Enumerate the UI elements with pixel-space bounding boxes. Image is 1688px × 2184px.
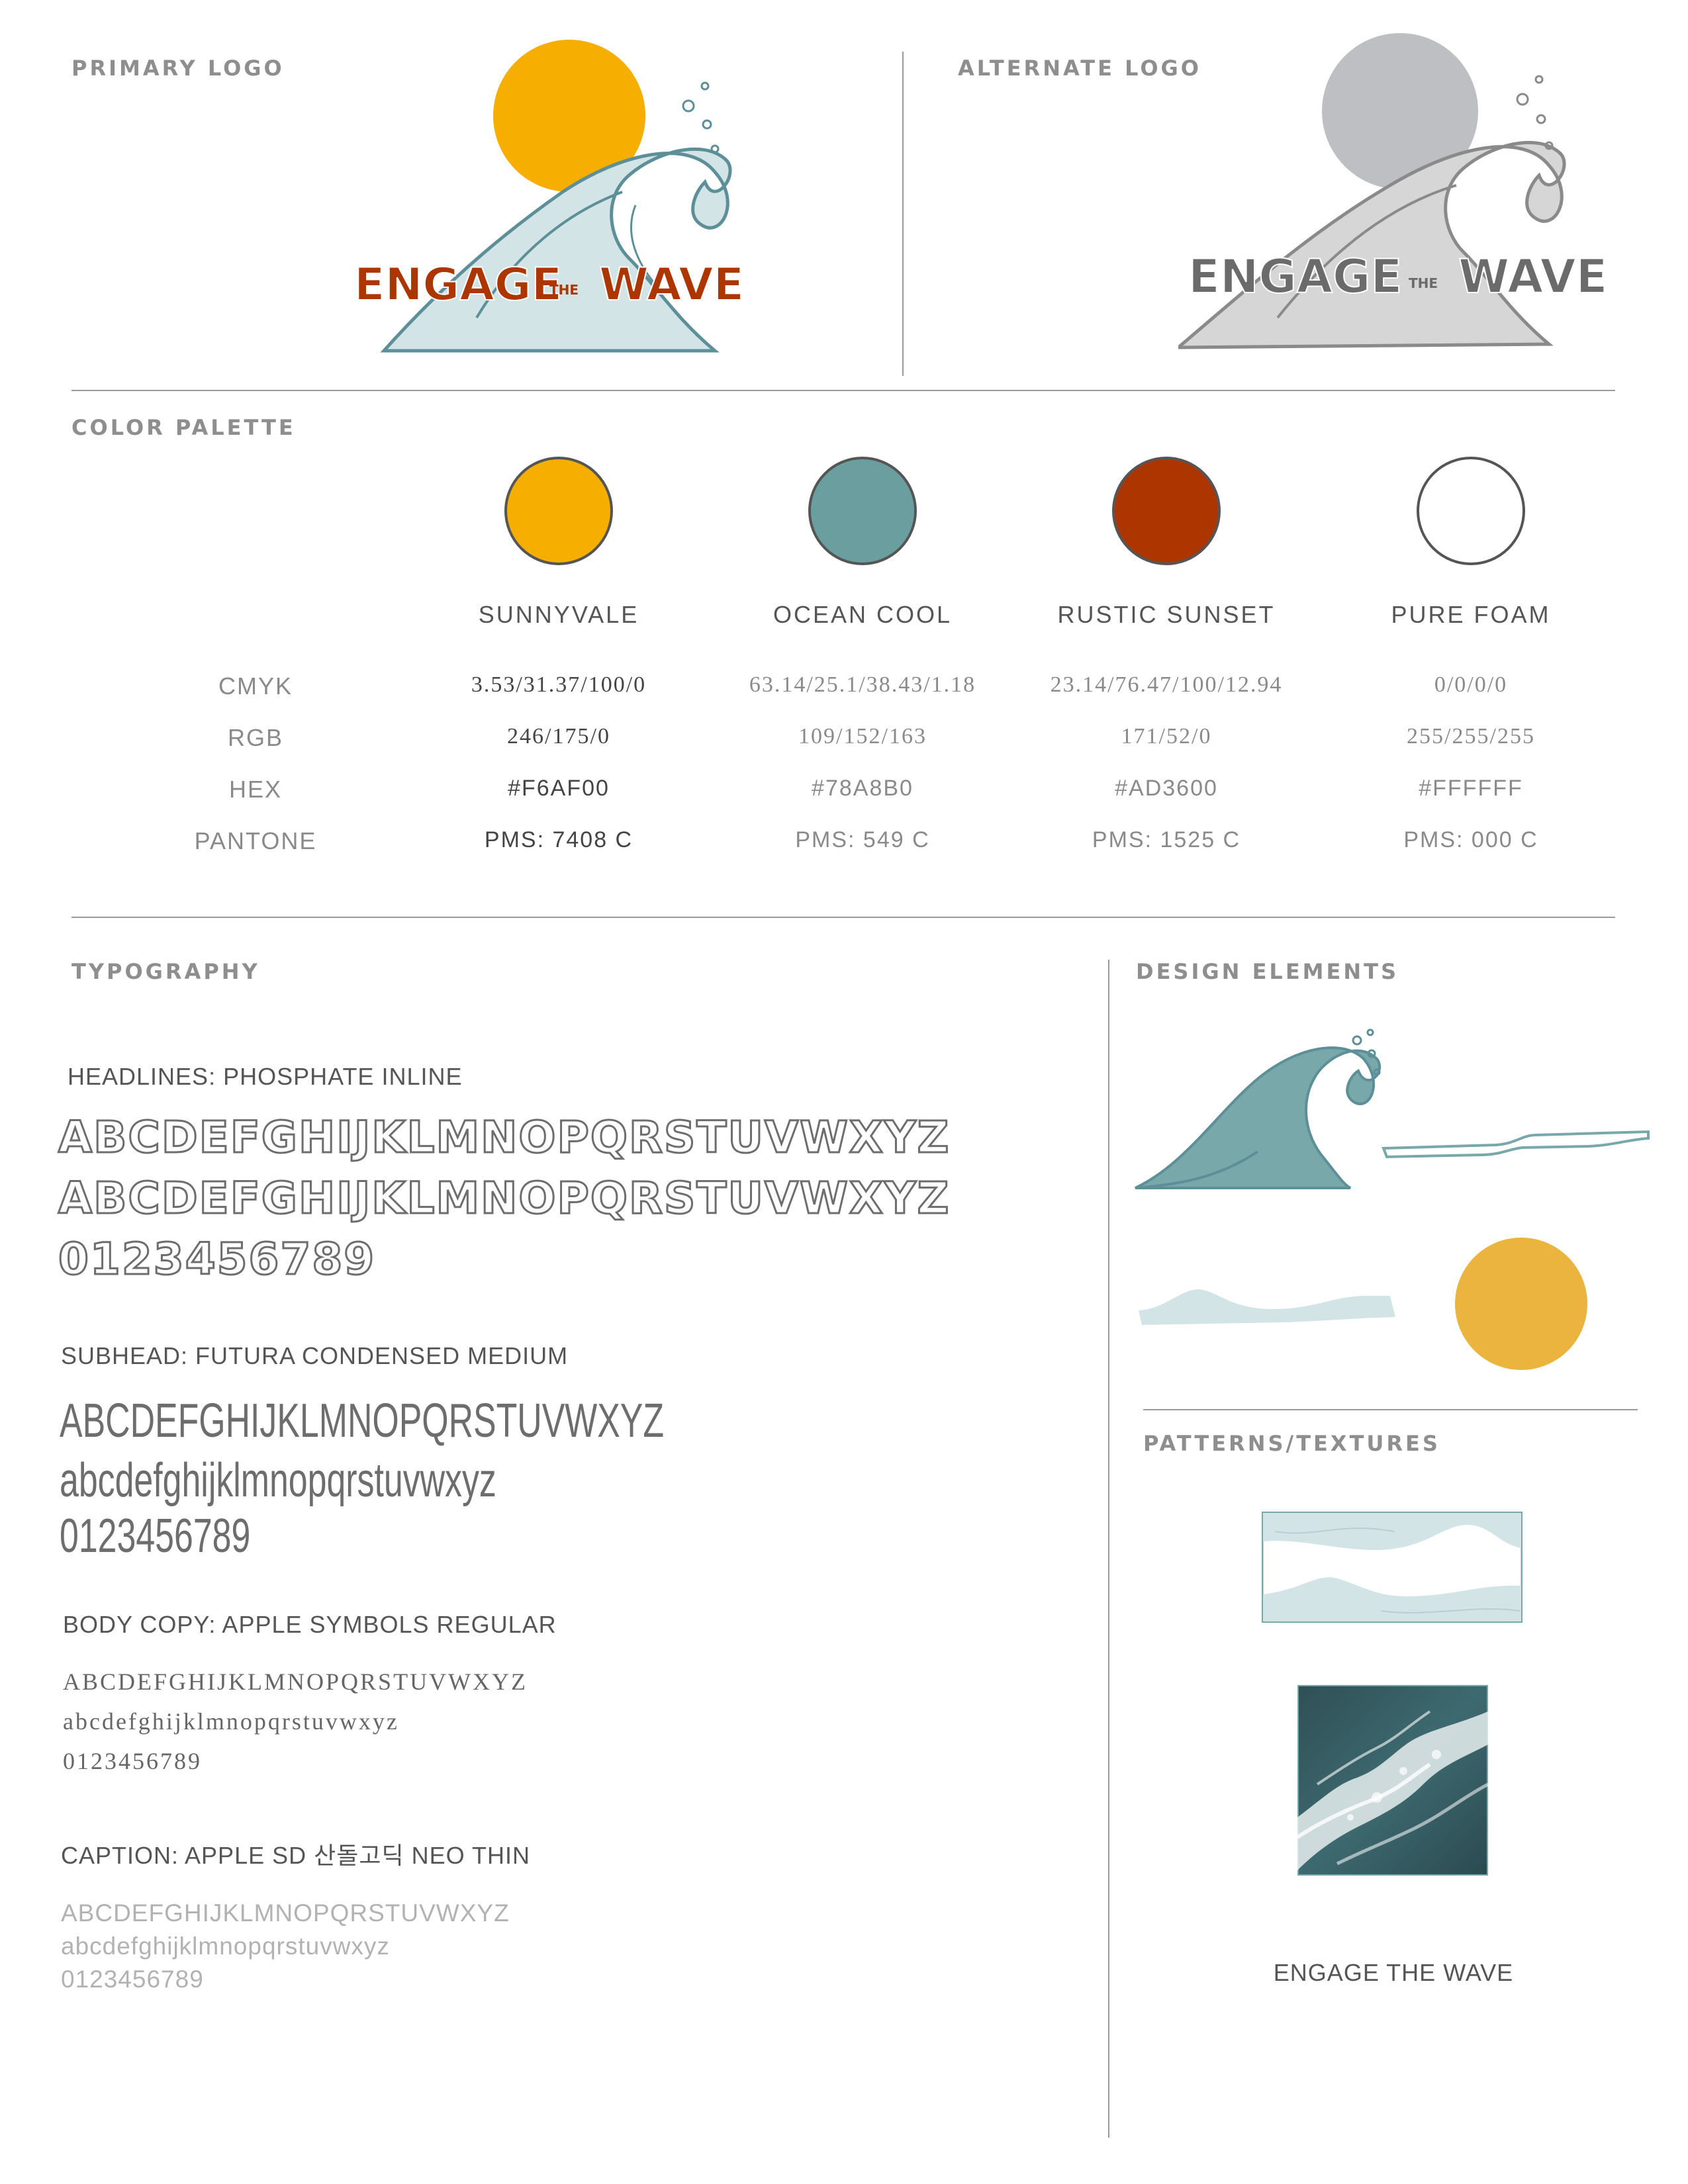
pattern-waves-art — [1261, 1511, 1523, 1623]
subhead-sample-lowercase: abcdefghijklmnopqrstuvwxyz — [60, 1454, 496, 1507]
patterns-caption: ENGAGE THE WAVE — [1273, 1959, 1514, 1986]
logo-divider — [902, 52, 904, 376]
rule-after-logos — [71, 390, 1615, 391]
spec-pantone-sunnyvale: PMS: 7408 C — [484, 827, 633, 852]
spec-pantone-pure-foam: PMS: 000 C — [1403, 827, 1538, 852]
color-palette-label: COLOR PALETTE — [71, 415, 296, 440]
alternate-logo-art: ENGAGE THE WAVE — [1174, 33, 1608, 349]
design-element-stripe-filled — [1139, 1289, 1395, 1325]
rule-before-patterns — [1143, 1409, 1638, 1410]
spec-hex-rustic-sunset: #AD3600 — [1115, 776, 1218, 801]
caption-sample-digits: 0123456789 — [61, 1966, 204, 1993]
spec-rgb-ocean-cool: 109/152/163 — [798, 724, 927, 749]
headlines-sample-digits: 0123456789 — [57, 1233, 376, 1286]
spec-pantone-ocean-cool: PMS: 549 C — [795, 827, 930, 852]
spec-cmyk-pure-foam: 0/0/0/0 — [1434, 672, 1508, 697]
spec-label-cmyk: CMYK — [218, 672, 293, 700]
spec-hex-sunnyvale: #F6AF00 — [508, 776, 610, 801]
caption-sample-uppercase: ABCDEFGHIJKLMNOPQRSTUVWXYZ — [61, 1899, 510, 1927]
alternate-logo-word-the: THE — [1409, 275, 1438, 291]
rule-after-palette — [71, 917, 1615, 918]
spec-cmyk-ocean-cool: 63.14/25.1/38.43/1.18 — [749, 672, 976, 697]
spec-cmyk-rustic-sunset: 23.14/76.47/100/12.94 — [1050, 672, 1283, 697]
alternate-logo-word-engage: ENGAGE — [1188, 250, 1402, 304]
subhead-sample-uppercase: ABCDEFGHIJKLMNOPQRSTUVWXYZ — [60, 1394, 665, 1447]
body-sample-lowercase: abcdefghijklmnopqrstuvwxyz — [63, 1708, 399, 1735]
design-element-wave — [1135, 1028, 1382, 1189]
headlines-sample-uppercase-alt: ABCDEFGHIJKLMNOPQRSTUVWXYZ — [57, 1172, 951, 1225]
swatch-name-pure-foam: PURE FOAM — [1391, 601, 1551, 628]
design-element-stripe-outline — [1382, 1130, 1650, 1159]
alternate-logo: ENGAGE THE WAVE — [1174, 33, 1628, 364]
texture-ocean-foam-photo — [1296, 1684, 1489, 1877]
primary-logo-label: PRIMARY LOGO — [71, 56, 285, 81]
pattern-swatch-waves — [1261, 1511, 1523, 1623]
design-elements-label: DESIGN ELEMENTS — [1136, 959, 1399, 984]
spec-hex-ocean-cool: #78A8B0 — [812, 776, 914, 801]
caption-font-title: CAPTION: APPLE SD 산돌고딕 NEO THIN — [61, 1842, 530, 1869]
spec-cmyk-sunnyvale: 3.53/31.37/100/0 — [471, 672, 647, 697]
subhead-font-title: SUBHEAD: FUTURA CONDENSED MEDIUM — [61, 1342, 569, 1369]
spec-label-pantone: PANTONE — [194, 827, 317, 854]
headlines-sample-uppercase: ABCDEFGHIJKLMNOPQRSTUVWXYZ — [57, 1111, 951, 1164]
spec-hex-pure-foam: #FFFFFF — [1419, 776, 1523, 801]
spec-rgb-pure-foam: 255/255/255 — [1407, 724, 1535, 749]
swatch-circle-pure-foam — [1417, 457, 1525, 565]
swatch-name-rustic-sunset: RUSTIC SUNSET — [1057, 601, 1276, 628]
swatch-circle-rustic-sunset — [1112, 457, 1221, 565]
typography-divider — [1108, 960, 1109, 2138]
design-elements-art — [1135, 1028, 1650, 1370]
alternate-logo-label: ALTERNATE LOGO — [958, 56, 1201, 81]
body-sample-uppercase: ABCDEFGHIJKLMNOPQRSTUVWXYZ — [63, 1668, 528, 1695]
alternate-logo-word-wave: WAVE — [1458, 250, 1607, 304]
swatch-name-sunnyvale: SUNNYVALE — [478, 601, 639, 628]
swatch-name-ocean-cool: OCEAN COOL — [773, 601, 953, 628]
patterns-textures-label: PATTERNS/TEXTURES — [1143, 1431, 1440, 1456]
spec-rgb-rustic-sunset: 171/52/0 — [1121, 724, 1212, 749]
caption-sample-lowercase: abcdefghijklmnopqrstuvwxyz — [61, 1933, 390, 1960]
primary-logo: ENGAGE THE WAVE — [344, 40, 794, 371]
typography-label: TYPOGRAPHY — [71, 959, 260, 984]
design-elements-panel — [1125, 1019, 1655, 1390]
swatch-circle-sunnyvale — [504, 457, 613, 565]
primary-logo-art: ENGAGE THE WAVE — [353, 40, 745, 353]
body-sample-digits: 0123456789 — [63, 1748, 202, 1774]
spec-pantone-rustic-sunset: PMS: 1525 C — [1092, 827, 1241, 852]
texture-ocean-foam-art — [1296, 1684, 1489, 1877]
design-element-sun — [1455, 1238, 1587, 1370]
primary-logo-word-the: THE — [549, 282, 579, 298]
spec-label-rgb: RGB — [227, 724, 283, 751]
headlines-font-title: HEADLINES: PHOSPHATE INLINE — [68, 1063, 463, 1090]
primary-logo-word-wave: WAVE — [599, 259, 744, 311]
primary-logo-word-engage: ENGAGE — [354, 259, 562, 311]
body-font-title: BODY COPY: APPLE SYMBOLS REGULAR — [63, 1611, 557, 1638]
spec-label-hex: HEX — [228, 776, 283, 803]
swatch-circle-ocean-cool — [808, 457, 917, 565]
subhead-sample-digits: 0123456789 — [60, 1510, 251, 1563]
spec-rgb-sunnyvale: 246/175/0 — [507, 724, 610, 749]
